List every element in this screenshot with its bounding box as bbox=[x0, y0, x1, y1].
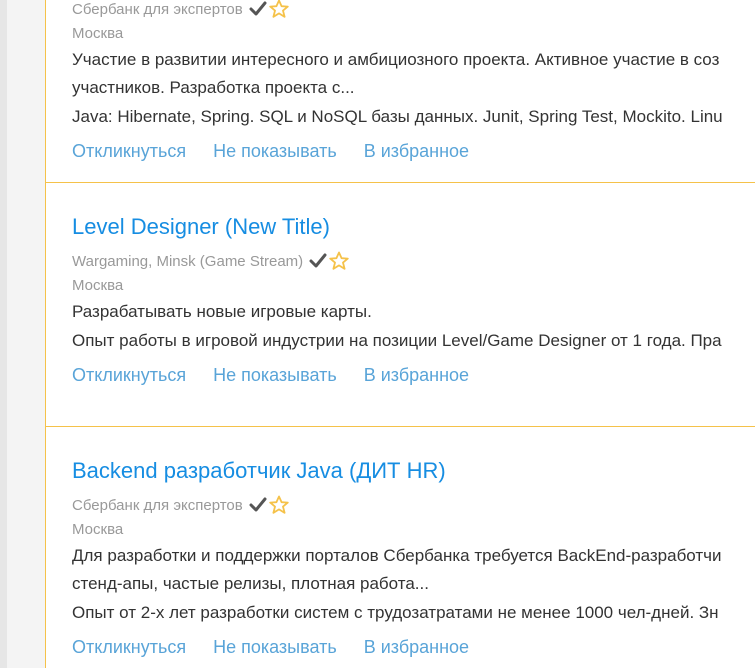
left-margin bbox=[0, 0, 7, 668]
vacancy-actions: Откликнуться Не показывать В избранное bbox=[72, 140, 755, 162]
vacancy-company-row: Wargaming, Minsk (Game Stream) bbox=[72, 251, 755, 271]
favorite-link[interactable]: В избранное bbox=[364, 364, 469, 386]
vacancy-requirements: Опыт от 2-х лет разработки систем с труд… bbox=[72, 603, 719, 622]
vacancy-description-line: стенд-апы, частые релизы, плотная работа… bbox=[72, 574, 429, 593]
favorite-link[interactable]: В избранное bbox=[364, 636, 469, 658]
vacancy-title-link[interactable]: Level Designer (New Title) bbox=[72, 213, 755, 241]
star-icon bbox=[269, 495, 289, 514]
hide-link[interactable]: Не показывать bbox=[213, 636, 337, 658]
vacancy-description-line: Для разработки и поддержки порталов Сбер… bbox=[72, 546, 722, 565]
vacancy-requirements: Опыт работы в игровой индустрии на позиц… bbox=[72, 331, 722, 350]
favorite-link[interactable]: В избранное bbox=[364, 140, 469, 162]
vacancy-company[interactable]: Сбербанк для экспертов bbox=[72, 496, 243, 515]
check-icon bbox=[309, 253, 327, 268]
hide-link[interactable]: Не показывать bbox=[213, 140, 337, 162]
vacancy-actions: Откликнуться Не показывать В избранное bbox=[72, 364, 755, 386]
star-icon bbox=[329, 251, 349, 270]
vacancy-list: Сбербанк для экспертов Москва Участие в … bbox=[45, 0, 755, 668]
vacancy-requirements: Java: Hibernate, Spring. SQL и NoSQL баз… bbox=[72, 107, 723, 126]
vacancy-description-line: участников. Разработка проекта с... bbox=[72, 78, 355, 97]
vacancy-actions: Откликнуться Не показывать В избранное bbox=[72, 636, 755, 658]
vacancy-company-row: Сбербанк для экспертов bbox=[72, 0, 755, 19]
vacancy-description: Участие в развитии интересного и амбицио… bbox=[72, 46, 755, 102]
vacancy-city: Москва bbox=[72, 277, 124, 294]
vacancy-description: Для разработки и поддержки порталов Сбер… bbox=[72, 542, 755, 598]
check-icon bbox=[249, 1, 267, 16]
respond-link[interactable]: Откликнуться bbox=[72, 636, 186, 658]
vacancy-card: Сбербанк для экспертов Москва Участие в … bbox=[45, 0, 755, 183]
vacancy-city: Москва bbox=[72, 521, 124, 538]
vacancy-description: Разрабатывать новые игровые карты. bbox=[72, 302, 372, 321]
vacancy-card: Level Designer (New Title) Wargaming, Mi… bbox=[45, 183, 755, 427]
hide-link[interactable]: Не показывать bbox=[213, 364, 337, 386]
vacancy-company-row: Сбербанк для экспертов bbox=[72, 495, 755, 515]
vacancy-company[interactable]: Wargaming, Minsk (Game Stream) bbox=[72, 252, 303, 271]
vacancy-company[interactable]: Сбербанк для экспертов bbox=[72, 0, 243, 19]
vacancy-city: Москва bbox=[72, 25, 124, 42]
vacancy-card: Backend разработчик Java (ДИТ HR) Сберба… bbox=[45, 427, 755, 668]
vacancy-title-link[interactable]: Backend разработчик Java (ДИТ HR) bbox=[72, 457, 755, 485]
respond-link[interactable]: Откликнуться bbox=[72, 364, 186, 386]
respond-link[interactable]: Откликнуться bbox=[72, 140, 186, 162]
vacancy-description-line: Участие в развитии интересного и амбицио… bbox=[72, 50, 720, 69]
search-results-page: Сбербанк для экспертов Москва Участие в … bbox=[0, 0, 755, 668]
star-icon bbox=[269, 0, 289, 18]
check-icon bbox=[249, 497, 267, 512]
